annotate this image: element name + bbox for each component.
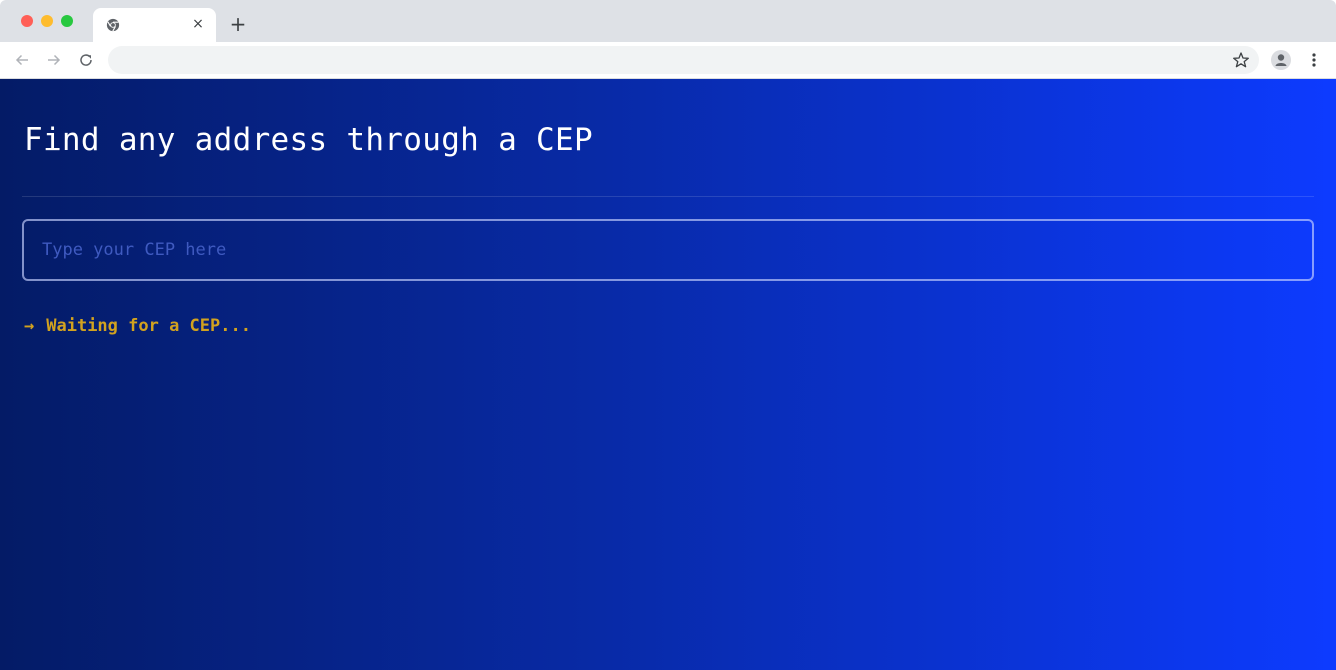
status-message: → Waiting for a CEP... <box>24 316 251 336</box>
minimize-window-button[interactable] <box>41 15 53 27</box>
back-button[interactable] <box>13 51 31 69</box>
profile-icon <box>1275 54 1287 66</box>
chrome-logo-icon <box>106 18 120 32</box>
new-tab-button[interactable]: + <box>228 14 248 34</box>
address-bar[interactable] <box>108 46 1259 74</box>
maximize-window-button[interactable] <box>61 15 73 27</box>
back-arrow-icon <box>15 54 28 66</box>
browser-tab[interactable]: × <box>93 8 216 42</box>
star-icon[interactable] <box>1232 51 1250 69</box>
close-window-button[interactable] <box>21 15 33 27</box>
forward-button[interactable] <box>45 51 63 69</box>
window-controls <box>21 15 73 27</box>
kebab-menu-icon <box>1312 53 1316 67</box>
cep-input[interactable] <box>22 219 1314 281</box>
reload-button[interactable] <box>77 51 95 69</box>
reload-icon <box>80 54 92 66</box>
browser-tab-bar: × + <box>0 0 1336 42</box>
tab-close-icon[interactable]: × <box>190 16 206 32</box>
browser-toolbar <box>0 42 1336 79</box>
forward-arrow-icon <box>48 54 61 66</box>
divider <box>22 196 1314 197</box>
browser-menu-button[interactable] <box>1306 51 1322 69</box>
profile-avatar[interactable] <box>1271 50 1291 70</box>
arrow-right-icon: → <box>24 316 35 336</box>
page-title: Find any address through a CEP <box>24 122 593 158</box>
status-text: Waiting for a CEP... <box>46 316 251 336</box>
page-viewport: Find any address through a CEP → Waiting… <box>0 79 1336 670</box>
